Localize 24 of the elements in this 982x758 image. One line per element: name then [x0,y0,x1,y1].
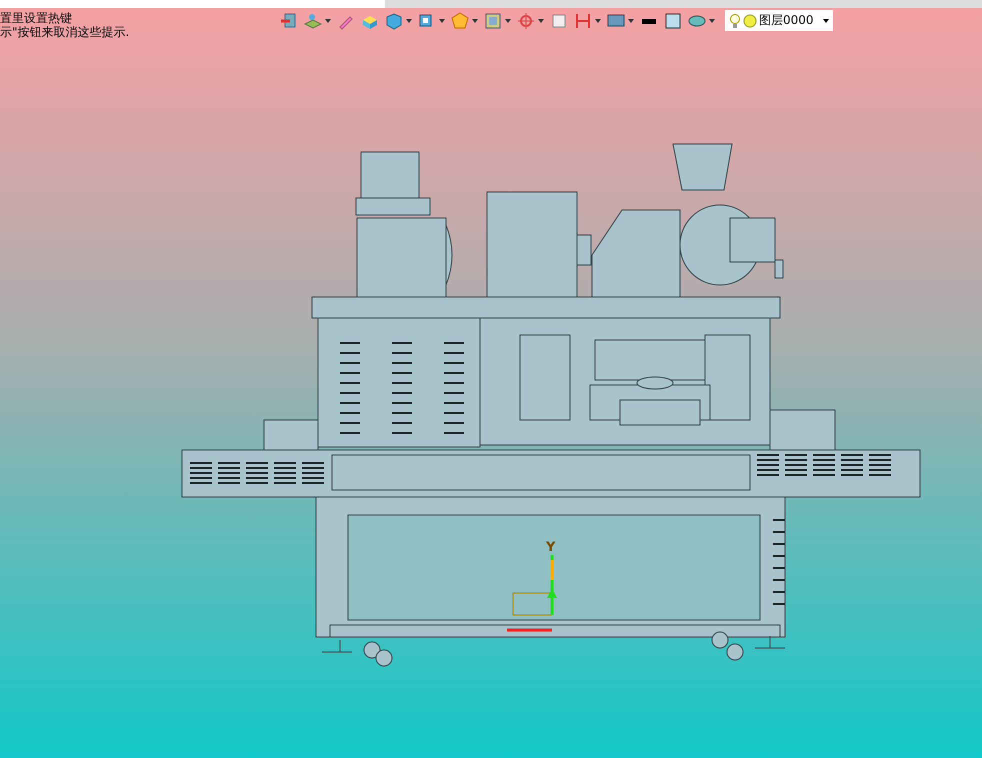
monitor-icon[interactable] [607,12,625,30]
caret-icon[interactable] [505,18,511,22]
square-icon[interactable] [550,12,568,30]
caret-icon[interactable] [406,18,412,22]
color-swatch-icon[interactable] [664,12,682,30]
axis-label: Y [546,540,556,555]
caret-icon[interactable] [595,18,601,22]
layer-name: 图层0000 [759,12,815,29]
frame-icon[interactable] [484,12,502,30]
caret-icon[interactable] [628,18,634,22]
caret-icon[interactable] [538,18,544,22]
layer-dropdown[interactable]: 图层0000 [725,10,833,31]
axis-triad-icon [507,555,557,632]
caret-icon[interactable] [709,18,715,22]
caret-icon[interactable] [439,18,445,22]
caret-icon[interactable] [823,18,829,22]
hint-text: 置里设置热键 [0,11,73,25]
caret-icon[interactable] [472,18,478,22]
lightbulb-icon [729,12,741,28]
cube-icon[interactable] [385,12,403,30]
exit-icon[interactable] [280,12,298,30]
hint-text: 示"按钮来取消这些提示. [0,25,130,39]
caret-icon[interactable] [325,18,331,22]
circle-icon [743,14,757,28]
